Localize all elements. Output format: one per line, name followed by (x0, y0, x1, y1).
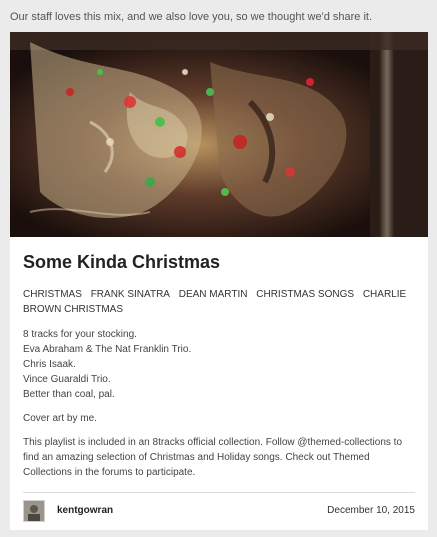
published-date: December 10, 2015 (327, 505, 415, 516)
playlist-title[interactable]: Some Kinda Christmas (23, 252, 220, 273)
collection-note: This playlist is included in an 8tracks … (23, 437, 403, 478)
tag-list: CHRISTMAS FRANK SINATRA DEAN MARTIN CHRI… (23, 287, 415, 317)
playlist-card: Some Kinda Christmas CHRISTMAS FRANK SIN… (10, 32, 428, 530)
avatar[interactable] (23, 500, 45, 522)
tag-dean-martin[interactable]: DEAN MARTIN (179, 289, 248, 300)
cover-note: Cover art by me. (23, 413, 97, 424)
intro-text: Our staff loves this mix, and we also lo… (10, 11, 373, 23)
tag-christmas-songs[interactable]: CHRISTMAS SONGS (256, 289, 354, 300)
author-name[interactable]: kentgowran (57, 505, 113, 516)
description-lines: 8 tracks for your stocking. Eva Abraham … (23, 327, 415, 402)
description-line: Chris Isaak. (23, 359, 76, 370)
playlist-footer: kentgowran December 10, 2015 (23, 500, 415, 522)
footer-divider (23, 492, 415, 493)
description-line: Better than coal, pal. (23, 389, 115, 400)
avatar-image (24, 501, 44, 521)
description-line: 8 tracks for your stocking. (23, 329, 137, 340)
tag-christmas[interactable]: CHRISTMAS (23, 289, 82, 300)
tag-frank-sinatra[interactable]: FRANK SINATRA (91, 289, 170, 300)
cover-art-image (10, 32, 428, 237)
playlist-cover-art[interactable] (10, 32, 428, 237)
playlist-description: 8 tracks for your stocking. Eva Abraham … (23, 327, 415, 489)
description-line: Vince Guaraldi Trio. (23, 374, 111, 385)
description-line: Eva Abraham & The Nat Franklin Trio. (23, 344, 192, 355)
